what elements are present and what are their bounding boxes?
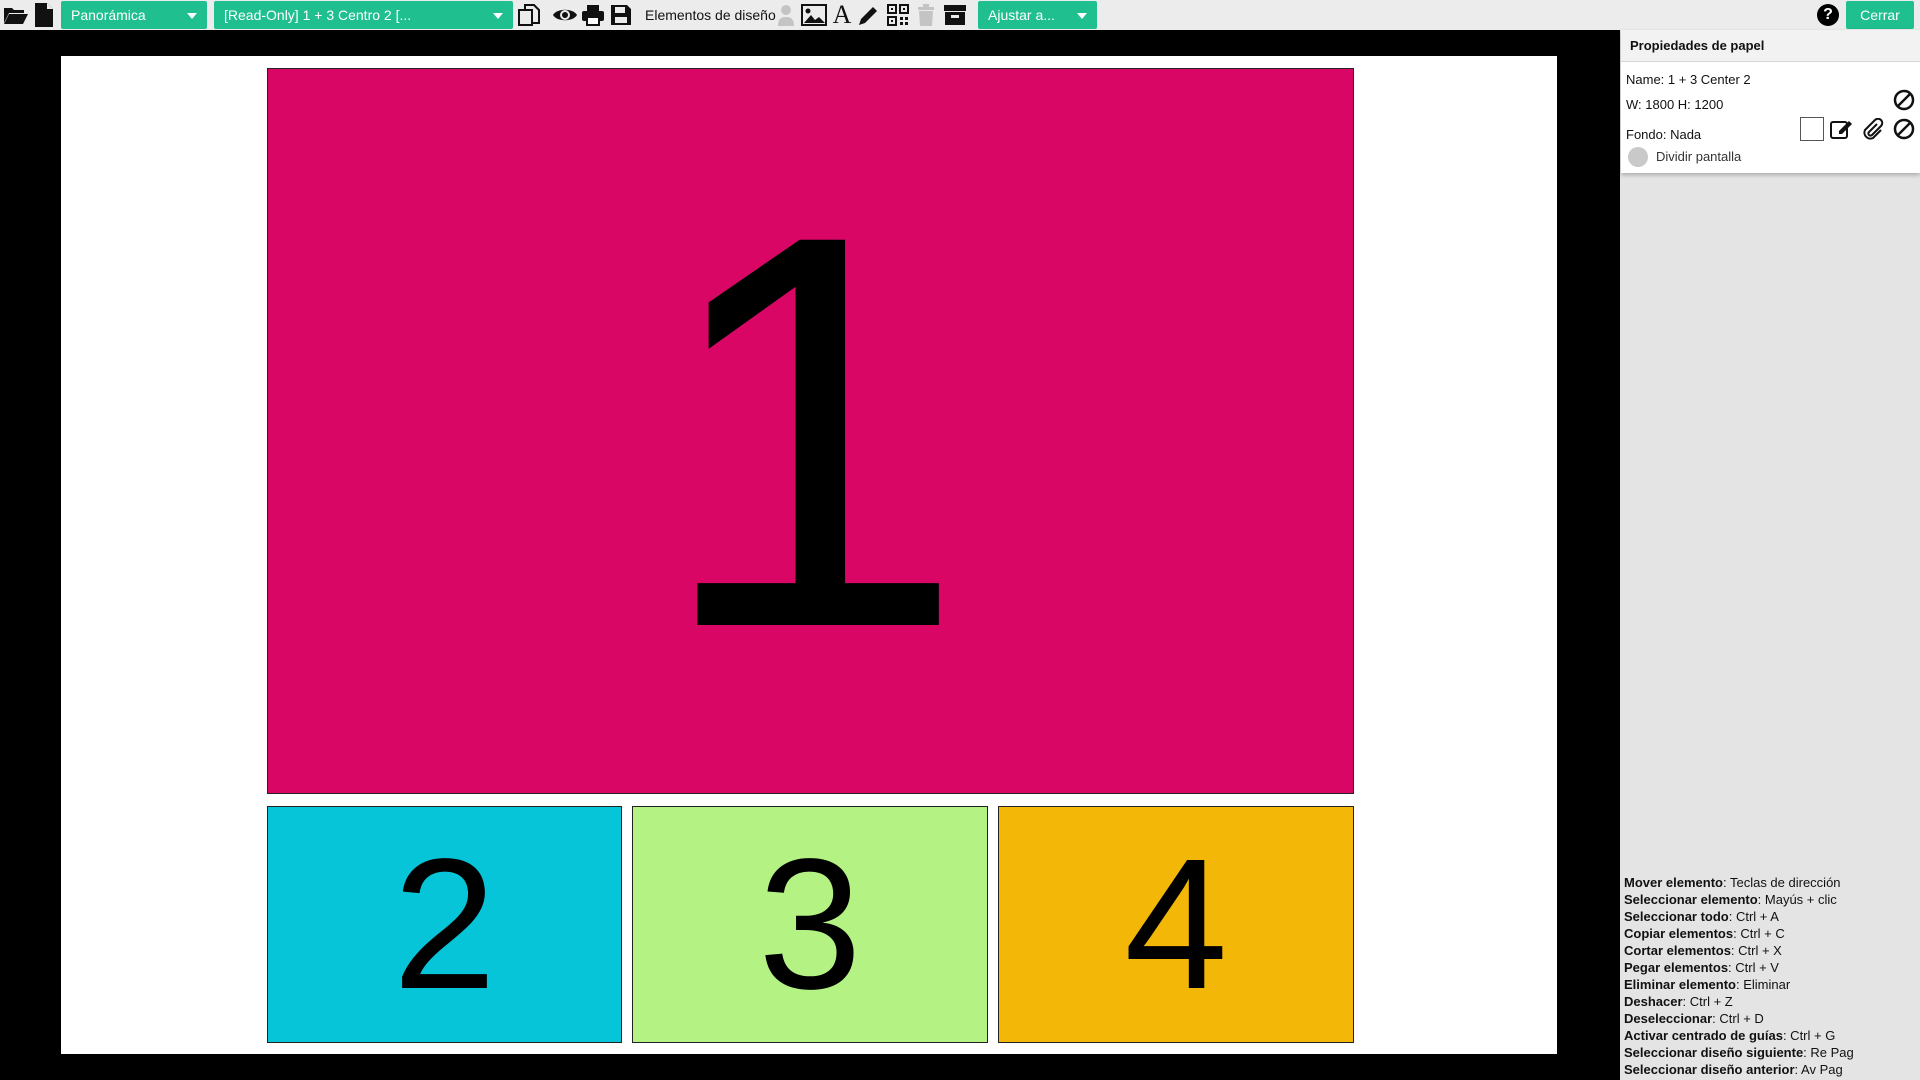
- archive-icon[interactable]: [942, 3, 968, 27]
- folder-open-icon[interactable]: [3, 3, 29, 27]
- shortcut-keys: : Eliminar: [1735, 977, 1791, 992]
- zone-number: 3: [758, 820, 862, 1028]
- shortcut-action: Seleccionar diseño anterior: [1624, 1062, 1795, 1077]
- shortcut-action: Pegar elementos: [1624, 960, 1729, 975]
- shortcut-action: Seleccionar elemento: [1624, 892, 1758, 907]
- new-document-icon[interactable]: [33, 3, 55, 27]
- layout-zone-3[interactable]: 3: [632, 806, 988, 1043]
- shortcut-action: Eliminar elemento: [1624, 977, 1736, 992]
- shortcut-action: Deseleccionar: [1624, 1011, 1713, 1026]
- shortcut-line: Cortar elementos: Ctrl + X: [1624, 942, 1854, 959]
- layout-zone-1[interactable]: 1: [267, 68, 1354, 794]
- zone-number: 2: [392, 820, 497, 1028]
- shortcut-keys: : Ctrl + V: [1728, 960, 1779, 975]
- save-icon[interactable]: [609, 3, 633, 27]
- qr-code-icon[interactable]: [886, 3, 910, 27]
- zone-number: 4: [1124, 820, 1228, 1028]
- edit-icon[interactable]: [1829, 117, 1855, 141]
- shortcut-action: Seleccionar diseño siguiente: [1624, 1045, 1804, 1060]
- fit-to-dropdown[interactable]: Ajustar a...: [978, 1, 1097, 29]
- shortcut-action: Mover elemento: [1624, 875, 1723, 890]
- preview-eye-icon[interactable]: [552, 3, 578, 27]
- shortcut-keys: : Ctrl + G: [1782, 1028, 1836, 1043]
- keyboard-shortcuts-list: Mover elemento: Teclas de dirección Sele…: [1624, 874, 1854, 1078]
- shortcut-line: Activar centrado de guías: Ctrl + G: [1624, 1027, 1854, 1044]
- layout-zone-4[interactable]: 4: [998, 806, 1354, 1043]
- text-icon[interactable]: A: [830, 2, 854, 28]
- paper-properties-panel: Propiedades de papel Name: 1 + 3 Center …: [1621, 30, 1920, 173]
- fit-to-value: Ajustar a...: [988, 7, 1055, 23]
- help-icon[interactable]: ?: [1817, 4, 1839, 26]
- shortcut-keys: : Mayús + clic: [1757, 892, 1837, 907]
- layout-select-dropdown[interactable]: [Read-Only] 1 + 3 Centro 2 [...: [214, 1, 513, 29]
- user-icon: [776, 3, 796, 27]
- shortcut-keys: : Teclas de dirección: [1722, 875, 1841, 890]
- layout-select-value: [Read-Only] 1 + 3 Centro 2 [...: [224, 7, 412, 23]
- shortcut-line: Seleccionar todo: Ctrl + A: [1624, 908, 1854, 925]
- shortcut-keys: : Ctrl + A: [1728, 909, 1779, 924]
- duplicate-icon[interactable]: [516, 3, 542, 27]
- design-elements-label: Elementos de diseño: [645, 7, 776, 23]
- shortcut-keys: : Av Pag: [1794, 1062, 1843, 1077]
- shortcut-action: Copiar elementos: [1624, 926, 1734, 941]
- shortcut-keys: : Ctrl + Z: [1682, 994, 1733, 1009]
- image-icon[interactable]: [801, 3, 827, 27]
- shortcut-keys: : Ctrl + D: [1712, 1011, 1764, 1026]
- reset-size-icon[interactable]: [1892, 88, 1916, 112]
- shortcut-line: Deshacer: Ctrl + Z: [1624, 993, 1854, 1010]
- shortcut-line: Deseleccionar: Ctrl + D: [1624, 1010, 1854, 1027]
- shortcut-line: Mover elemento: Teclas de dirección: [1624, 874, 1854, 891]
- paper-name: Name: 1 + 3 Center 2: [1626, 72, 1751, 87]
- shortcut-line: Seleccionar diseño anterior: Av Pag: [1624, 1061, 1854, 1078]
- shortcut-keys: : Ctrl + C: [1733, 926, 1785, 941]
- chevron-down-icon: [493, 13, 503, 19]
- print-icon[interactable]: [580, 3, 606, 27]
- attach-paperclip-icon[interactable]: [1861, 117, 1885, 141]
- view-mode-value: Panorámica: [71, 7, 146, 23]
- shortcut-line: Seleccionar diseño siguiente: Re Pag: [1624, 1044, 1854, 1061]
- zone-number: 1: [654, 118, 967, 744]
- shortcut-action: Deshacer: [1624, 994, 1683, 1009]
- shortcut-line: Seleccionar elemento: Mayús + clic: [1624, 891, 1854, 908]
- panel-title: Propiedades de papel: [1621, 30, 1920, 62]
- pencil-icon[interactable]: [857, 3, 881, 27]
- paper-background: Fondo: Nada: [1626, 127, 1702, 142]
- close-button-label: Cerrar: [1860, 7, 1900, 23]
- right-sidebar: Propiedades de papel Name: 1 + 3 Center …: [1620, 30, 1920, 1080]
- top-toolbar: Panorámica [Read-Only] 1 + 3 Centro 2 [.…: [0, 0, 1920, 30]
- canvas-stage: 1 2 3 4: [0, 30, 1620, 1080]
- paper-dimensions: W: 1800 H: 1200: [1626, 97, 1724, 112]
- close-button[interactable]: Cerrar: [1846, 1, 1914, 29]
- help-icon-glyph: ?: [1823, 6, 1833, 23]
- shortcut-keys: : Ctrl + X: [1730, 943, 1782, 958]
- chevron-down-icon: [187, 13, 197, 19]
- shortcut-line: Eliminar elemento: Eliminar: [1624, 976, 1854, 993]
- shortcut-action: Seleccionar todo: [1624, 909, 1729, 924]
- layout-paper[interactable]: 1 2 3 4: [61, 56, 1557, 1054]
- background-color-swatch[interactable]: [1800, 117, 1824, 141]
- layout-zone-2[interactable]: 2: [267, 806, 622, 1043]
- view-mode-dropdown[interactable]: Panorámica: [61, 1, 207, 29]
- clear-background-icon[interactable]: [1892, 117, 1916, 141]
- chevron-down-icon: [1077, 13, 1087, 19]
- split-screen-label: Dividir pantalla: [1656, 149, 1742, 164]
- split-screen-toggle[interactable]: [1628, 147, 1648, 167]
- trash-icon: [915, 3, 937, 27]
- shortcut-action: Activar centrado de guías: [1624, 1028, 1783, 1043]
- shortcut-line: Copiar elementos: Ctrl + C: [1624, 925, 1854, 942]
- shortcut-line: Pegar elementos: Ctrl + V: [1624, 959, 1854, 976]
- shortcut-action: Cortar elementos: [1624, 943, 1731, 958]
- shortcut-keys: : Re Pag: [1803, 1045, 1854, 1060]
